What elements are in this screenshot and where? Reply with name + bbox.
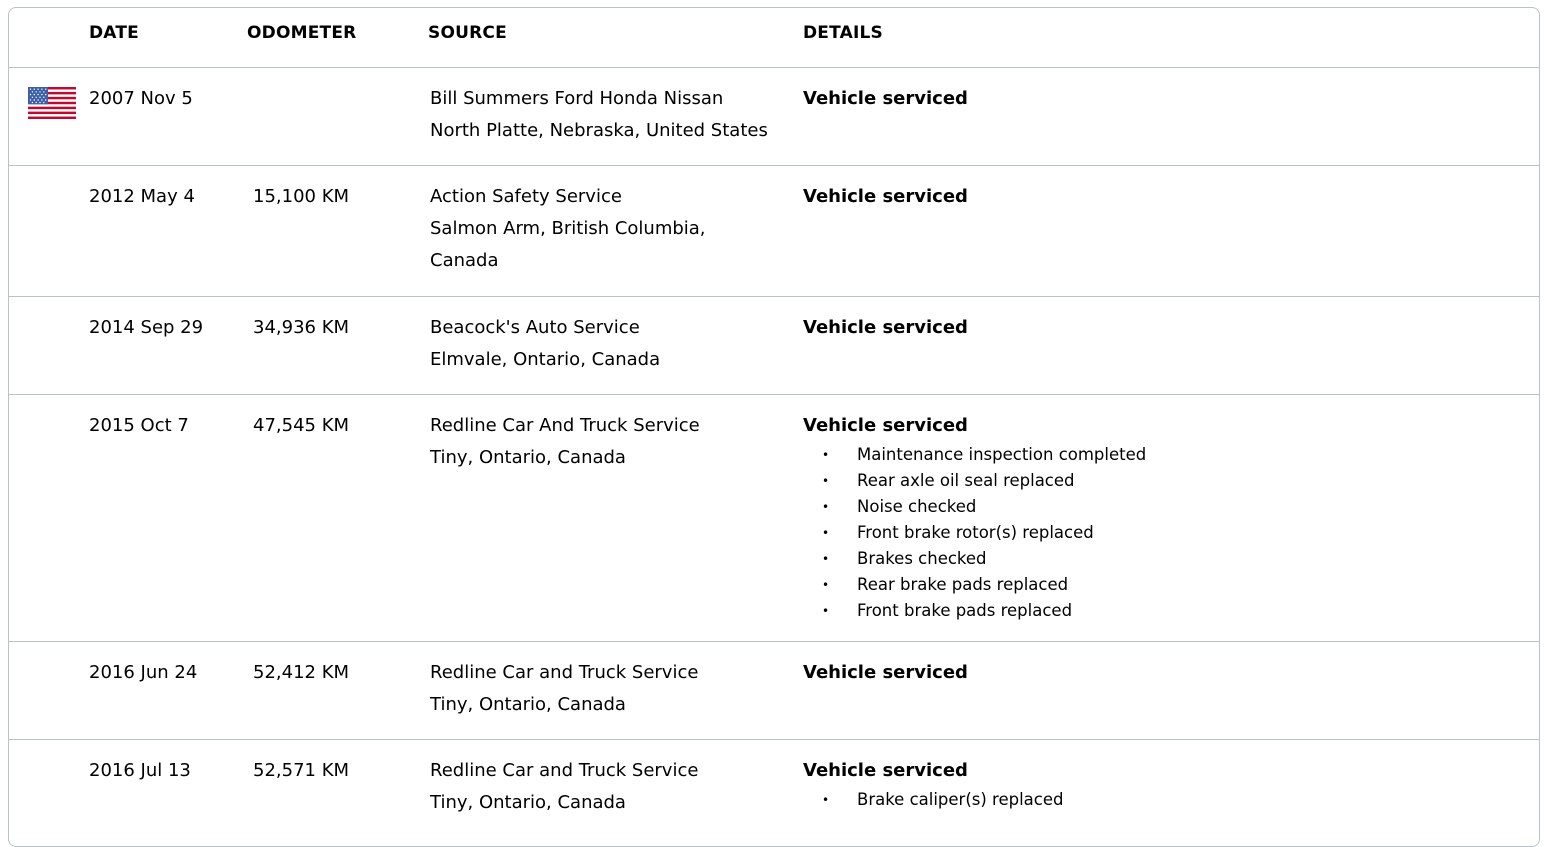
cell-source: Redline Car and Truck Service Tiny, Onta… [430, 755, 698, 819]
source-location: Tiny, Ontario, Canada [430, 447, 626, 468]
table-row: 2016 Jul 13 52,571 KM Redline Car and Tr… [9, 740, 1539, 846]
table-row: 2014 Sep 29 34,936 KM Beacock's Auto Ser… [9, 297, 1539, 395]
source-location: Salmon Arm, British Columbia, [430, 218, 706, 239]
cell-odometer: 52,571 KM [253, 760, 350, 781]
source-name: Action Safety Service [430, 186, 622, 207]
table-header: DATE ODOMETER SOURCE DETAILS [9, 8, 1539, 68]
table-row: 2016 Jun 24 52,412 KM Redline Car and Tr… [9, 642, 1539, 740]
cell-date: 2012 May 4 [89, 186, 195, 207]
source-location: Canada [430, 250, 499, 271]
detail-title: Vehicle serviced [803, 662, 968, 683]
detail-items: Maintenance inspection completed Rear ax… [803, 442, 1146, 624]
cell-odometer: 15,100 KM [253, 186, 350, 207]
list-item: Rear axle oil seal replaced [803, 468, 1146, 494]
cell-date: 2007 Nov 5 [89, 88, 193, 109]
source-name: Redline Car And Truck Service [430, 415, 700, 436]
cell-details: Vehicle serviced [803, 312, 968, 344]
column-header-date[interactable]: DATE [89, 23, 139, 43]
detail-title: Vehicle serviced [803, 317, 968, 338]
cell-details: Vehicle serviced Maintenance inspection … [803, 410, 1146, 624]
list-item: Rear brake pads replaced [803, 572, 1146, 598]
list-item: Front brake rotor(s) replaced [803, 520, 1146, 546]
source-location: Elmvale, Ontario, Canada [430, 349, 661, 370]
cell-source: Action Safety Service Salmon Arm, Britis… [430, 181, 706, 277]
cell-odometer: 47,545 KM [253, 415, 350, 436]
cell-details: Vehicle serviced Brake caliper(s) replac… [803, 755, 1064, 813]
column-header-details[interactable]: DETAILS [803, 23, 883, 43]
cell-date: 2016 Jul 13 [89, 760, 191, 781]
list-item: Front brake pads replaced [803, 598, 1146, 624]
source-location: Tiny, Ontario, Canada [430, 694, 626, 715]
cell-source: Bill Summers Ford Honda Nissan North Pla… [430, 83, 768, 147]
cell-odometer: 34,936 KM [253, 317, 350, 338]
cell-source: Redline Car and Truck Service Tiny, Onta… [430, 657, 698, 721]
table-row: 2012 May 4 15,100 KM Action Safety Servi… [9, 166, 1539, 297]
cell-date: 2015 Oct 7 [89, 415, 189, 436]
list-item: Maintenance inspection completed [803, 442, 1146, 468]
source-location: North Platte, Nebraska, United States [430, 120, 768, 141]
cell-date: 2016 Jun 24 [89, 662, 198, 683]
detail-title: Vehicle serviced [803, 415, 968, 436]
cell-details: Vehicle serviced [803, 83, 968, 115]
detail-items: Brake caliper(s) replaced [803, 787, 1064, 813]
cell-date: 2014 Sep 29 [89, 317, 204, 338]
source-name: Redline Car and Truck Service [430, 662, 699, 683]
detail-title: Vehicle serviced [803, 760, 968, 781]
cell-details: Vehicle serviced [803, 657, 968, 689]
source-name: Bill Summers Ford Honda Nissan [430, 88, 724, 109]
service-history-table: DATE ODOMETER SOURCE DETAILS 2007 Nov 5 … [8, 7, 1540, 847]
cell-source: Beacock's Auto Service Elmvale, Ontario,… [430, 312, 660, 376]
table-row: 2007 Nov 5 Bill Summers Ford Honda Nissa… [9, 68, 1539, 166]
detail-title: Vehicle serviced [803, 186, 968, 207]
column-header-source[interactable]: SOURCE [428, 23, 507, 43]
list-item: Brake caliper(s) replaced [803, 787, 1064, 813]
source-name: Beacock's Auto Service [430, 317, 640, 338]
list-item: Noise checked [803, 494, 1146, 520]
cell-details: Vehicle serviced [803, 181, 968, 213]
detail-title: Vehicle serviced [803, 88, 968, 109]
source-name: Redline Car and Truck Service [430, 760, 699, 781]
cell-source: Redline Car And Truck Service Tiny, Onta… [430, 410, 700, 474]
us-flag-icon [28, 87, 76, 119]
table-row: 2015 Oct 7 47,545 KM Redline Car And Tru… [9, 395, 1539, 642]
list-item: Brakes checked [803, 546, 1146, 572]
column-header-odometer[interactable]: ODOMETER [247, 23, 356, 43]
source-location: Tiny, Ontario, Canada [430, 792, 626, 813]
cell-odometer: 52,412 KM [253, 662, 350, 683]
